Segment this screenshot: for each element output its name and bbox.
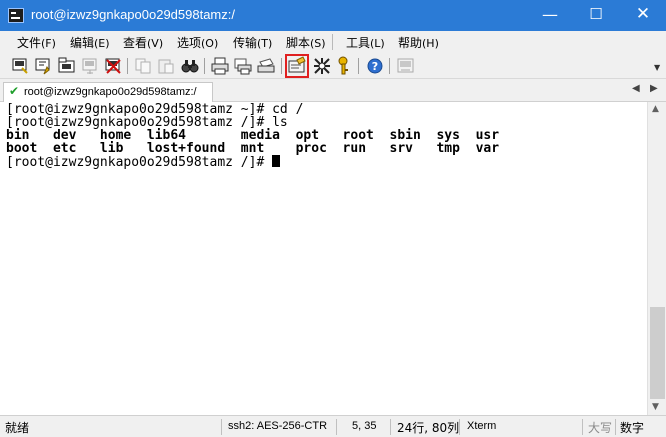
title-bar: root@izwz9gnkapo0o29d598tamz:/ — ☐ ✕: [0, 0, 666, 31]
session-options-icon[interactable]: [287, 56, 307, 76]
session-tab-bar: ✔ root@izwz9gnkapo0o29d598tamz:/ ◀ ▶: [0, 79, 666, 102]
menu-file-label: 文件: [17, 36, 42, 50]
menu-view-label: 查看: [123, 36, 148, 50]
menu-edit-accel: (E): [94, 37, 110, 50]
menu-help-accel: (H): [422, 37, 439, 50]
menu-view-accel: (V): [147, 37, 164, 50]
toolbar-separator: [281, 58, 282, 74]
status-separator: [582, 419, 583, 435]
session-tab[interactable]: ✔ root@izwz9gnkapo0o29d598tamz:/: [3, 82, 213, 102]
status-cipher: ssh2: AES-256-CTR: [228, 420, 328, 432]
maximize-button[interactable]: ☐: [573, 0, 619, 31]
window-title: root@izwz9gnkapo0o29d598tamz:/: [31, 7, 235, 22]
toolbar-overflow-icon[interactable]: ▼: [654, 63, 660, 72]
status-separator: [615, 419, 616, 435]
find-icon[interactable]: [180, 56, 200, 76]
toolbar-separator: [358, 58, 359, 74]
global-options-icon[interactable]: [312, 56, 332, 76]
close-button[interactable]: ✕: [620, 0, 666, 31]
toolbar-separator: [204, 58, 205, 74]
connect-icon[interactable]: [10, 56, 30, 76]
menu-help-label: 帮助: [398, 36, 423, 50]
paste-icon[interactable]: [156, 56, 176, 76]
check-icon: ✔: [9, 84, 20, 98]
print-screen-icon[interactable]: [256, 56, 276, 76]
status-terminal-type: Xterm: [467, 420, 497, 432]
tab-prev-icon[interactable]: ◀: [632, 83, 640, 94]
menu-options-label: 选项: [177, 36, 202, 50]
menu-help[interactable]: 帮助(H): [398, 34, 439, 51]
menu-tools-accel: (L): [370, 37, 385, 50]
disconnect-icon[interactable]: [103, 56, 123, 76]
minimize-button[interactable]: —: [527, 0, 573, 31]
status-separator: [390, 419, 391, 435]
connect-in-tab-icon[interactable]: [57, 56, 77, 76]
menu-options[interactable]: 选项(O): [177, 34, 218, 51]
quick-connect-icon[interactable]: [33, 56, 53, 76]
menu-script[interactable]: 脚本(S): [286, 34, 326, 51]
vertical-scrollbar[interactable]: ▲ ▼: [647, 102, 666, 415]
status-cursor-position: 5, 35: [352, 420, 377, 432]
terminal-prompt: [root@izwz9gnkapo0o29d598tamz /]#: [6, 155, 273, 170]
scroll-down-arrow-icon[interactable]: ▼: [652, 402, 659, 412]
status-caps-lock: 大写: [588, 421, 613, 435]
menu-file[interactable]: 文件(F): [17, 34, 56, 51]
menu-tools[interactable]: 工具(L): [346, 34, 385, 51]
menu-transfer-accel: (T): [257, 37, 273, 50]
menu-options-accel: (O): [201, 37, 219, 50]
securecrt-app-icon: [8, 8, 24, 23]
status-terminal-size: 24行, 80列: [397, 421, 460, 435]
menu-separator: [332, 34, 333, 50]
menu-edit[interactable]: 编辑(E): [70, 34, 110, 51]
menu-view[interactable]: 查看(V): [123, 34, 163, 51]
menu-bar: 文件(F) 编辑(E) 查看(V) 选项(O) 传输(T) 脚本(S) 工具(L…: [0, 31, 666, 53]
menu-script-label: 脚本: [286, 36, 311, 50]
menu-file-accel: (F): [41, 37, 56, 50]
sftp-icon[interactable]: [396, 56, 416, 76]
menu-transfer-label: 传输: [233, 36, 258, 50]
help-icon[interactable]: ?: [365, 56, 385, 76]
toolbar-separator: [127, 58, 128, 74]
status-num-lock: 数字: [620, 421, 645, 435]
scroll-thumb[interactable]: [650, 307, 665, 399]
terminal-prompt-line: [root@izwz9gnkapo0o29d598tamz /]#: [6, 155, 281, 170]
tab-next-icon[interactable]: ▶: [650, 83, 658, 94]
svg-text:?: ?: [372, 60, 378, 73]
print-icon[interactable]: [210, 56, 230, 76]
terminal-line: boot etc lib lost+found mnt proc run srv…: [6, 141, 500, 156]
toolbar-separator: [389, 58, 390, 74]
terminal-output[interactable]: [root@izwz9gnkapo0o29d598tamz ~]# cd / […: [4, 102, 647, 415]
status-bar: 就绪 ssh2: AES-256-CTR 5, 35 24行, 80列 Xter…: [0, 415, 666, 437]
menu-tools-label: 工具: [346, 36, 371, 50]
reconnect-icon[interactable]: [80, 56, 100, 76]
status-separator: [336, 419, 337, 435]
menu-transfer[interactable]: 传输(T): [233, 34, 272, 51]
copy-icon[interactable]: [133, 56, 153, 76]
print-setup-icon[interactable]: [233, 56, 253, 76]
toolbar: ? ▼: [0, 53, 666, 79]
keymap-icon[interactable]: [334, 56, 354, 76]
menu-edit-label: 编辑: [70, 36, 95, 50]
status-ready: 就绪: [5, 421, 30, 435]
session-tab-label: root@izwz9gnkapo0o29d598tamz:/: [24, 86, 197, 98]
terminal-cursor: [272, 155, 281, 167]
scroll-up-arrow-icon[interactable]: ▲: [652, 104, 659, 114]
status-separator: [221, 419, 222, 435]
menu-script-accel: (S): [310, 37, 326, 50]
status-separator: [459, 419, 460, 435]
